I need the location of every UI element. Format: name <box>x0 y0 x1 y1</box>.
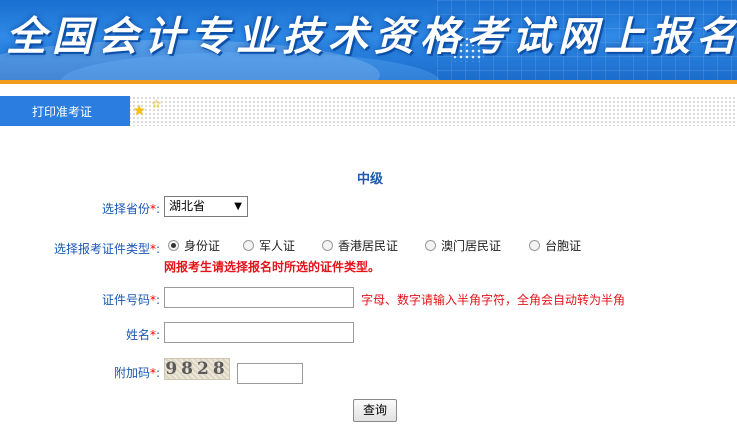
label-colon: : <box>155 242 160 256</box>
radio-button-selected[interactable] <box>168 239 179 251</box>
tab-label: 打印准考证 <box>31 104 92 119</box>
captcha-input[interactable] <box>237 363 303 384</box>
id-type-label: 选择报考证件类型*: <box>0 240 160 257</box>
label-colon: : <box>155 293 160 307</box>
header-banner: 全国会计专业技术资格考试网上报名系统 <box>0 0 737 80</box>
label-colon: : <box>155 328 160 342</box>
banner-accent-line <box>0 80 737 84</box>
name-input[interactable] <box>164 322 354 343</box>
radio-id-card[interactable]: 身份证 <box>168 237 220 254</box>
radio-label: 军人证 <box>259 238 296 253</box>
site-title: 全国会计专业技术资格考试网上报名系统 <box>6 13 737 60</box>
province-label-text: 选择省份 <box>101 202 150 216</box>
name-label-text: 姓名 <box>125 328 150 342</box>
radio-hongkong-resident[interactable]: 香港居民证 <box>322 237 398 254</box>
nav-strip: 打印准考证 ★ ☆ <box>0 96 737 126</box>
captcha-label-text: 附加码 <box>113 366 150 380</box>
id-type-radio-group: 身份证 军人证 香港居民证 澳门居民证 台胞证 <box>168 236 581 254</box>
label-colon: : <box>155 202 160 216</box>
star-icon: ☆ <box>151 97 162 111</box>
section-title: 中级 <box>357 172 384 187</box>
captcha-label: 附加码*: <box>0 364 160 381</box>
radio-macau-resident[interactable]: 澳门居民证 <box>425 237 501 254</box>
id-number-input[interactable] <box>164 287 354 308</box>
id-number-label: 证件号码*: <box>0 291 160 308</box>
radio-taiwan-compatriot[interactable]: 台胞证 <box>529 237 581 254</box>
province-select-value: 湖北省 <box>169 199 206 213</box>
province-select[interactable]: 湖北省 ▼ <box>164 196 248 217</box>
radio-label: 台胞证 <box>545 238 582 253</box>
radio-button[interactable] <box>322 239 334 251</box>
query-button[interactable]: 查询 <box>353 399 397 422</box>
captcha-image[interactable]: 9828 <box>164 358 230 380</box>
radio-button[interactable] <box>529 239 541 251</box>
star-icon: ★ <box>133 103 146 119</box>
radio-label: 香港居民证 <box>338 238 399 253</box>
label-colon: : <box>155 366 160 380</box>
radio-label: 身份证 <box>184 238 221 253</box>
id-type-label-text: 选择报考证件类型 <box>53 242 150 256</box>
id-number-label-text: 证件号码 <box>101 293 150 307</box>
id-number-hint: 字母、数字请输入半角字符，全角会自动转为半角 <box>361 293 626 307</box>
radio-button[interactable] <box>243 239 255 251</box>
province-label: 选择省份*: <box>0 200 160 217</box>
radio-military-id[interactable]: 军人证 <box>243 237 295 254</box>
id-type-warning: 网报考生请选择报名时所选的证件类型。 <box>164 260 381 274</box>
tab-print-admission-ticket[interactable]: 打印准考证 <box>0 96 130 126</box>
radio-button[interactable] <box>425 239 437 251</box>
dropdown-arrow-icon: ▼ <box>234 201 242 212</box>
name-label: 姓名*: <box>0 326 160 343</box>
radio-label: 澳门居民证 <box>441 238 502 253</box>
